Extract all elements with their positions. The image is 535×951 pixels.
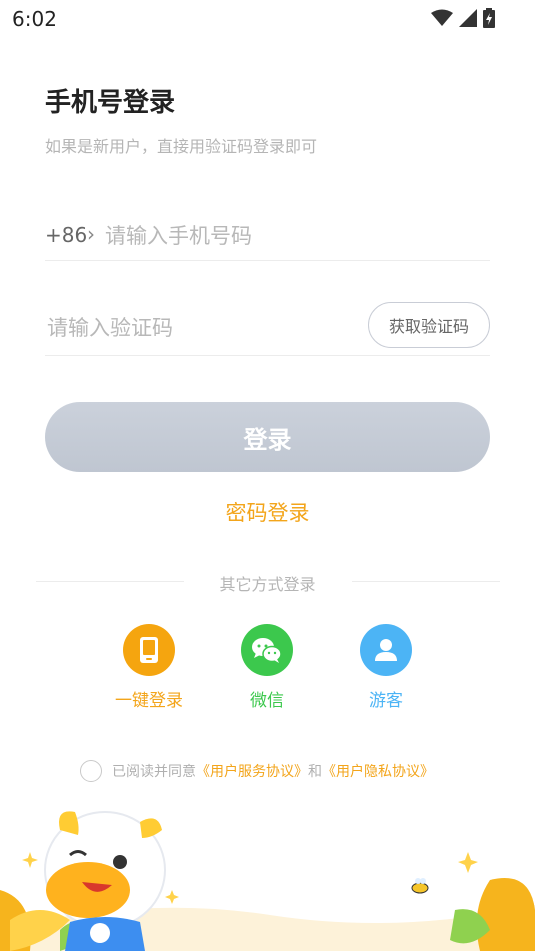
privacy-agreement-link[interactable]: 《用户隐私协议》 (322, 761, 434, 781)
wechat-login-option[interactable]: 微信 (222, 624, 312, 711)
one-click-login-option[interactable]: 一键登录 (104, 624, 194, 711)
password-login-link[interactable]: 密码登录 (0, 497, 535, 527)
wifi-icon (431, 9, 453, 26)
agreement-checkbox[interactable] (80, 760, 102, 782)
signal-icon (459, 9, 477, 27)
phone-row: +86 › (45, 210, 490, 261)
status-icons (431, 8, 495, 28)
login-button[interactable]: 登录 (45, 402, 490, 472)
user-icon[interactable] (360, 624, 412, 676)
agreement-and: 和 (308, 764, 322, 780)
bee-icon (411, 878, 429, 894)
mascot-illustration (0, 811, 535, 951)
country-code[interactable]: +86 (45, 223, 87, 247)
service-agreement-link[interactable]: 《用户服务协议》 (196, 761, 308, 781)
other-methods-label: 其它方式登录 (219, 575, 316, 594)
agreement-row: 已阅读并同意 《用户服务协议》 和 《用户隐私协议》 (80, 758, 434, 784)
page-subtitle: 如果是新用户，直接用验证码登录即可 (45, 137, 318, 156)
battery-icon (483, 8, 495, 28)
agreement-prefix: 已阅读并同意 (112, 764, 196, 780)
page-title: 手机号登录 (45, 88, 176, 118)
guest-login-label: 游客 (369, 691, 403, 711)
chevron-right-icon[interactable]: › (87, 222, 95, 246)
phone-icon[interactable] (123, 624, 175, 676)
status-bar: 6:02 (0, 0, 535, 36)
guest-login-option[interactable]: 游客 (341, 624, 431, 711)
code-input[interactable] (45, 311, 349, 345)
get-code-button[interactable]: 获取验证码 (368, 302, 490, 348)
wechat-icon[interactable] (241, 624, 293, 676)
leaf-right-icon (450, 878, 535, 951)
code-row: 获取验证码 (45, 300, 490, 356)
one-click-login-label: 一键登录 (115, 691, 183, 711)
wechat-login-label: 微信 (250, 691, 284, 711)
status-time: 6:02 (12, 7, 57, 31)
phone-input[interactable] (103, 219, 487, 253)
